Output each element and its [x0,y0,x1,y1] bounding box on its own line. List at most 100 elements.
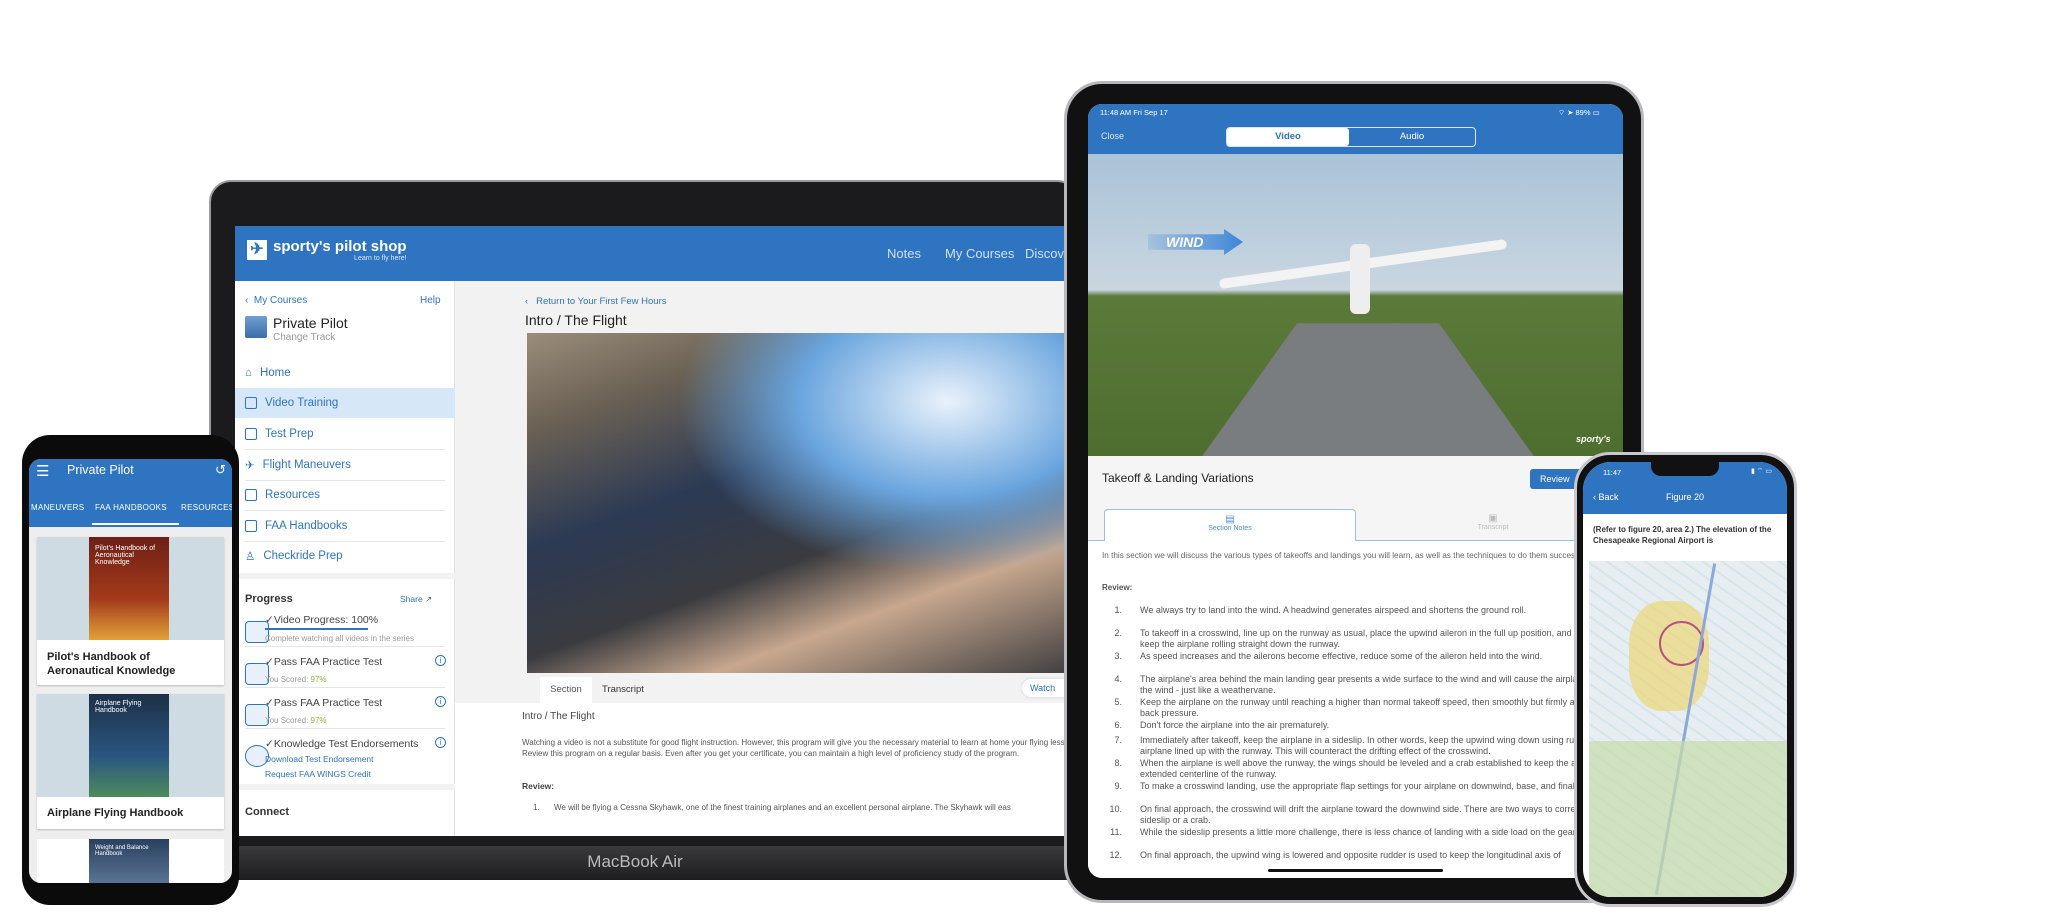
tab-resources[interactable]: RESOURCES [181,503,232,512]
wind-arrow: WIND [1148,229,1243,255]
nav-my-courses[interactable]: My Courses [945,246,1014,261]
review-item: 7. Immediately after takeoff, keep the ai… [1102,735,1623,757]
media-segmented-control: Video Audio [1226,127,1476,147]
close-button[interactable]: Close [1101,131,1124,141]
divider [245,687,445,688]
change-track-link[interactable]: Change Track [273,332,335,343]
app-header: ✈ sporty's pilot shop Learn to fly here!… [235,226,1075,281]
segment-audio[interactable]: Audio [1349,128,1475,146]
notes-icon: ▤ [1225,514,1235,525]
review-item-number: 8. [1114,758,1122,768]
handbook-card[interactable]: Pilot's Handbook of Aeronautical Knowled… [37,537,224,685]
course-thumbnail [245,316,267,338]
review-item-text: While the sideslip presents a little mor… [1140,827,1578,837]
back-button[interactable]: ‹ Back [1593,492,1619,502]
back-my-courses-link[interactable]: ‹ My Courses [245,295,307,306]
tab-transcript[interactable]: ▣ Transcript [1428,513,1558,531]
card-image: Pilot's Handbook of Aeronautical Knowled… [37,537,224,640]
pdf-icon [245,520,257,532]
review-label: Review: [522,781,555,791]
iphone-screen: 11:47 ▮ ⌔ ▭ ‹ Back Figure 20 (Refer to f… [1583,462,1787,897]
info-icon[interactable]: i [435,655,446,666]
help-link[interactable]: Help [420,295,441,306]
notes-panel: Intro / The Flight Watching a video is n… [455,703,1075,836]
practice-test-1-title: ✓Pass FAA Practice Test [265,656,383,668]
review-item-number: 9. [1114,781,1122,791]
review-item: 12. On final approach, the upwind wing is… [1102,850,1623,861]
divider [245,646,445,647]
brand-logo[interactable]: ✈ sporty's pilot shop Learn to fly here! [247,238,407,262]
lesson-panel: Takeoff & Landing Variations Review ▤ Sec… [1088,456,1623,878]
download-endorsement-link[interactable]: Download Test Endorsement [265,754,374,764]
review-item-text: As speed increases and the ailerons beco… [1140,651,1543,661]
review-item-number: 5. [1114,697,1122,707]
tab-section-notes[interactable]: ▤ Section Notes [1104,509,1356,541]
history-icon[interactable]: ↺ [215,462,226,478]
sidebar-item-flight-maneuvers[interactable]: ✈ Flight Maneuvers [235,450,455,480]
handbook-card[interactable]: Weight and Balance Handbook [37,839,224,883]
tabs-bar: Section Notes Transcript Watch [527,673,1075,721]
share-button[interactable]: Share ↗ [400,594,432,605]
review-item: 3. As speed increases and the ailerons be… [1102,651,1623,662]
sectional-chart-figure[interactable] [1589,561,1787,897]
score-value: 97% [310,716,327,725]
handbook-card[interactable]: Airplane Flying Handbook Airplane Flying… [37,694,224,829]
tab-faa-handbooks[interactable]: FAA HANDBOOKS [95,503,167,512]
sidebar-item-video-training[interactable]: Video Training [235,388,455,418]
video-player[interactable] [527,333,1075,673]
tab-transcript[interactable]: Transcript [602,677,644,703]
practice-test-title-text: Pass FAA Practice Test [273,656,383,668]
section-gap [235,784,455,790]
lesson-title: Takeoff & Landing Variations [1102,471,1254,485]
examiner-icon: ♙ [245,551,256,563]
sidebar-item-label: FAA Handbooks [265,520,348,532]
lesson-title: Intro / The Flight [525,312,627,328]
status-time: 11:48 AM Fri Sep 17 [1100,108,1168,117]
video-player[interactable]: WIND sporty's [1088,154,1623,456]
ipad-nav-bar: 11:48 AM Fri Sep 17 ⌔ ➤ 89% ▭ Close Vide… [1088,104,1623,154]
sidebar-item-resources[interactable]: Resources [235,480,455,510]
sidebar-item-checkride-prep[interactable]: ♙ Checkride Prep [235,541,455,571]
segment-video[interactable]: Video [1227,128,1349,146]
brand-tagline: Learn to fly here! [354,255,407,262]
review-item: 9. To make a crosswind landing, use the a… [1102,781,1623,792]
home-indicator [1268,869,1443,872]
notes-title: Intro / The Flight [522,711,595,722]
info-icon[interactable]: i [435,737,446,748]
return-link[interactable]: ‹ Return to Your First Few Hours [525,296,667,307]
info-icon[interactable]: i [435,696,446,707]
book-cover: Weight and Balance Handbook [89,839,169,883]
sidebar-item-home[interactable]: ⌂ Home [235,358,455,388]
status-icons: ⌔ ➤ 89% ▭ [1558,108,1600,117]
review-item-number: 6. [1114,720,1122,730]
practice-test-1-score: You Scored: 97% [265,675,327,684]
tab-maneuvers[interactable]: MANEUVERS [31,503,84,512]
review-item-number: 1. [1114,605,1122,615]
status-icons: ▮ ⌔ ▭ [1751,468,1772,475]
review-item-number: 10. [1109,804,1122,814]
nav-notes[interactable]: Notes [887,246,921,261]
review-item-number: 3. [1114,651,1122,661]
card-image: Airplane Flying Handbook [37,694,224,797]
sidebar-item-faa-handbooks[interactable]: FAA Handbooks [235,511,455,541]
sidebar-item-test-prep[interactable]: Test Prep [235,419,455,449]
review-label: Review: [1102,583,1133,592]
sidebar-item-label: Flight Maneuvers [262,459,351,471]
tab-section-notes[interactable]: Section Notes [540,677,592,721]
card-title: Airplane Flying Handbook [47,807,184,819]
brand-name: sporty's pilot shop [273,238,407,255]
notes-content: In this section we will discuss the vari… [1088,541,1623,878]
review-item-text: On final approach, the upwind wing is lo… [1140,850,1561,860]
sidebar-item-label: Test Prep [265,428,314,440]
notes-paragraph: Watching a video is not a substitute for… [522,738,1075,758]
device-label: MacBook Air [587,852,683,871]
request-wings-link[interactable]: Request FAA WINGS Credit [265,769,371,779]
laptop-screen: ✈ sporty's pilot shop Learn to fly here!… [235,226,1075,836]
practice-test-title-text: Pass FAA Practice Test [273,697,383,709]
transcript-icon: ▣ [1488,513,1498,524]
review-item-text: Immediately after takeoff, keep the airp… [1140,735,1623,756]
runway [1198,323,1538,456]
menu-icon[interactable]: ☰ [36,462,49,480]
review-item: 11. While the sideslip presents a little … [1102,827,1623,838]
endorsement-title: ✓Knowledge Test Endorsements [265,738,419,750]
